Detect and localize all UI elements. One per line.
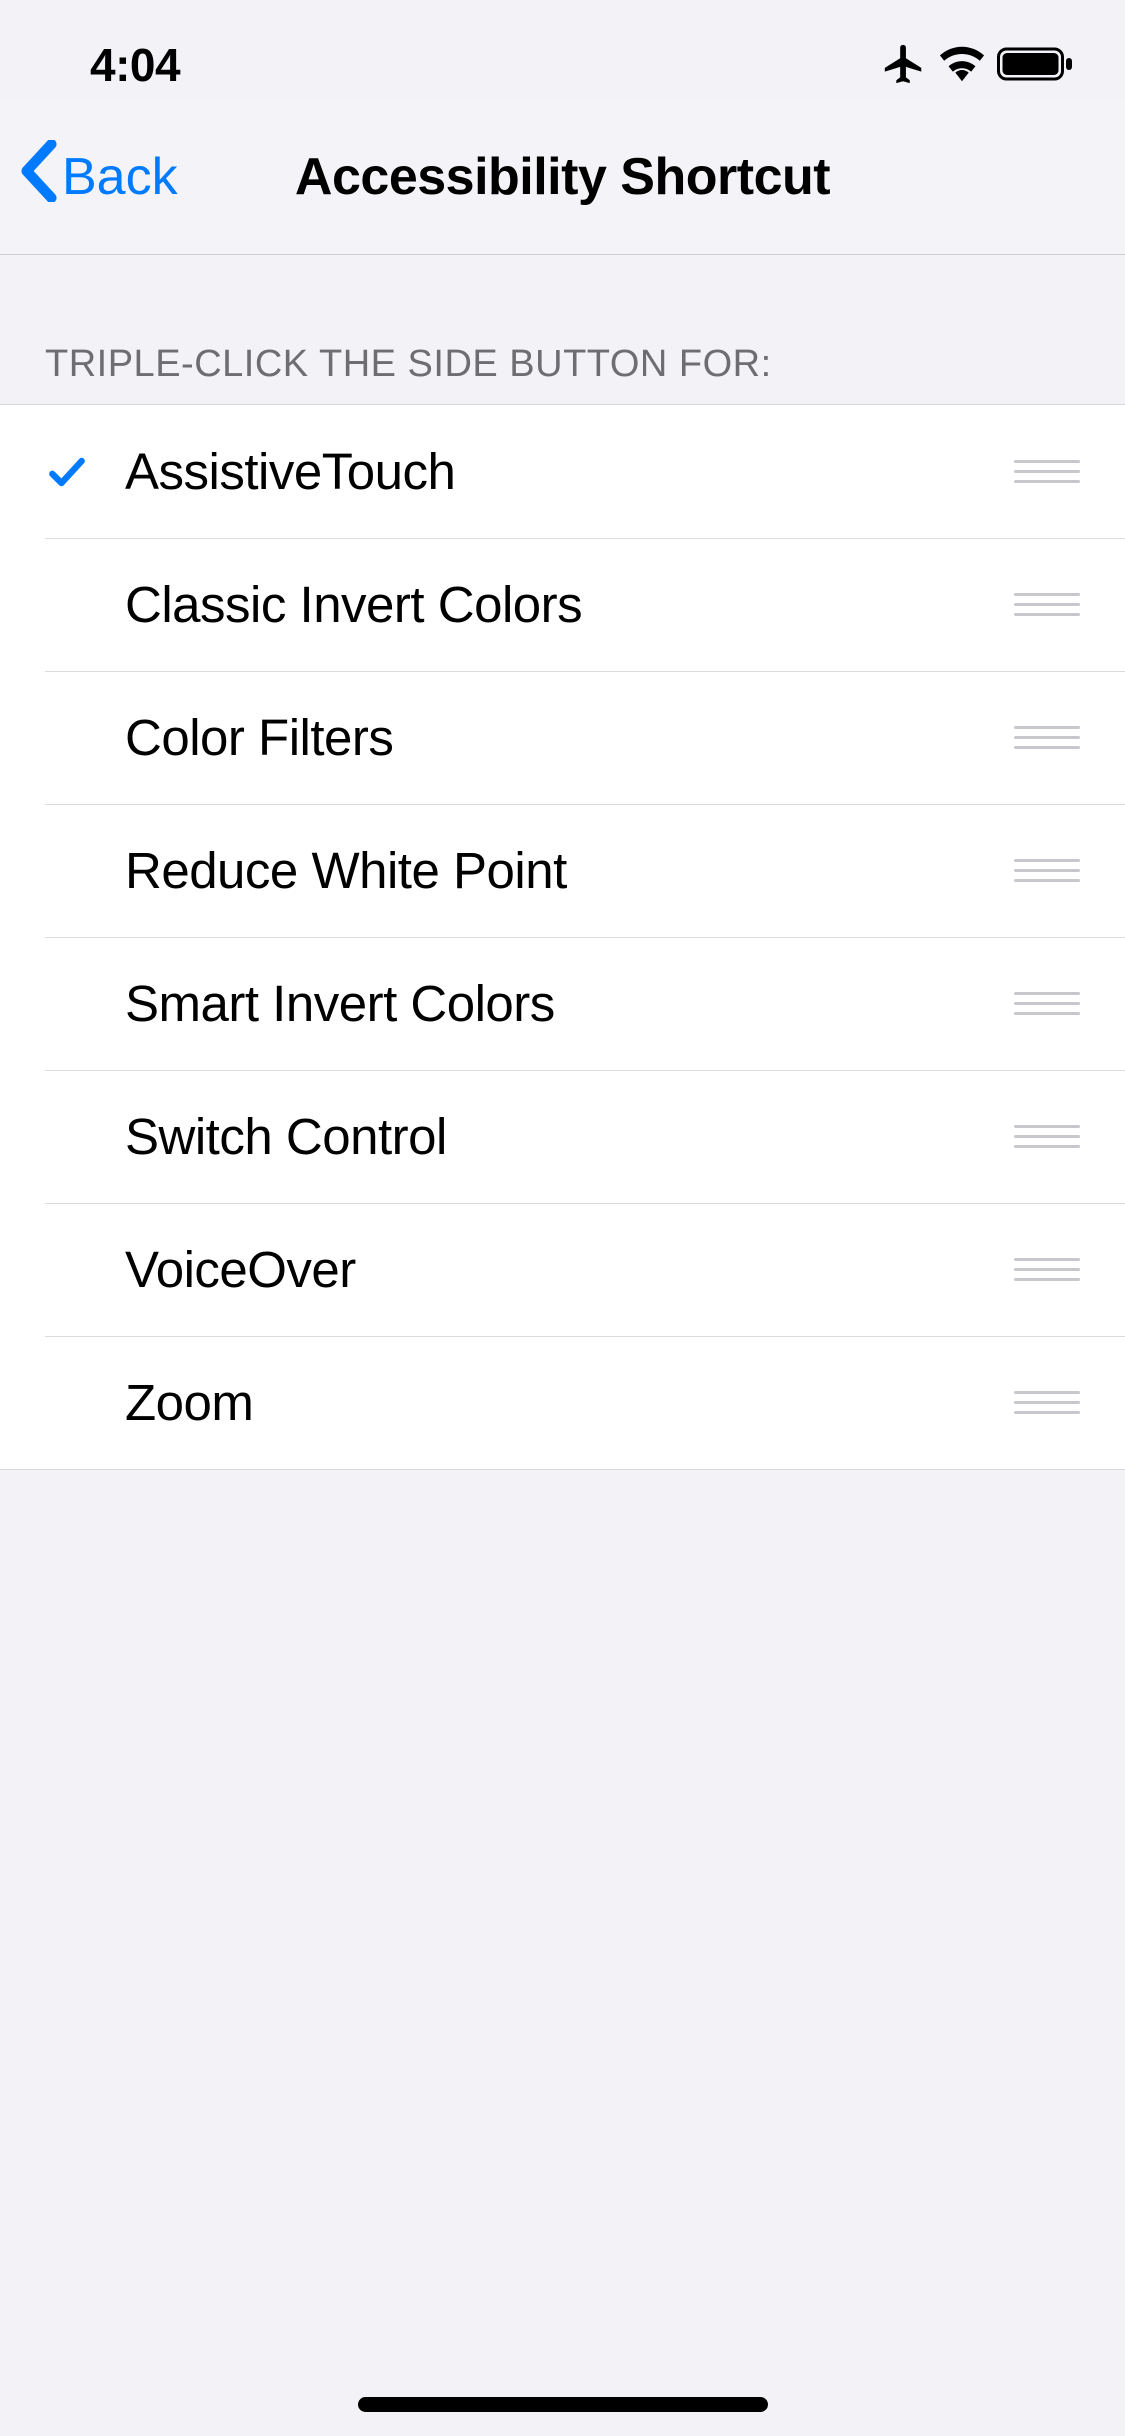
section-header: TRIPLE-CLICK THE SIDE BUTTON FOR:	[0, 255, 1125, 404]
shortcut-list: AssistiveTouch Classic Invert Colors Color…	[0, 404, 1125, 1470]
list-item-label: Color Filters	[125, 708, 1014, 767]
reorder-handle-icon[interactable]	[1014, 460, 1080, 483]
home-indicator	[358, 2397, 768, 2412]
list-item-label: AssistiveTouch	[125, 442, 1014, 501]
reorder-handle-icon[interactable]	[1014, 593, 1080, 616]
status-indicators	[881, 41, 1075, 92]
reorder-handle-icon[interactable]	[1014, 1258, 1080, 1281]
wifi-icon	[939, 46, 985, 87]
list-item-label: Reduce White Point	[125, 841, 1014, 900]
list-item[interactable]: VoiceOver	[0, 1203, 1125, 1336]
nav-bar: Back Accessibility Shortcut	[0, 100, 1125, 255]
battery-icon	[997, 46, 1075, 87]
reorder-handle-icon[interactable]	[1014, 1125, 1080, 1148]
list-item-label: Zoom	[125, 1373, 1014, 1432]
list-item[interactable]: Color Filters	[0, 671, 1125, 804]
list-item[interactable]: Zoom	[0, 1336, 1125, 1469]
back-label: Back	[62, 147, 178, 207]
list-item-label: Switch Control	[125, 1107, 1014, 1166]
list-item[interactable]: Switch Control	[0, 1070, 1125, 1203]
list-item-label: Classic Invert Colors	[125, 575, 1014, 634]
list-item[interactable]: Reduce White Point	[0, 804, 1125, 937]
list-item-label: VoiceOver	[125, 1240, 1014, 1299]
status-bar: 4:04	[0, 0, 1125, 100]
list-item[interactable]: Classic Invert Colors	[0, 538, 1125, 671]
back-button[interactable]: Back	[18, 140, 178, 215]
airplane-mode-icon	[881, 41, 927, 92]
list-item-label: Smart Invert Colors	[125, 974, 1014, 1033]
reorder-handle-icon[interactable]	[1014, 992, 1080, 1015]
list-item[interactable]: Smart Invert Colors	[0, 937, 1125, 1070]
reorder-handle-icon[interactable]	[1014, 1391, 1080, 1414]
reorder-handle-icon[interactable]	[1014, 726, 1080, 749]
status-time: 4:04	[90, 38, 180, 92]
page-title: Accessibility Shortcut	[295, 147, 830, 207]
reorder-handle-icon[interactable]	[1014, 859, 1080, 882]
chevron-left-icon	[18, 140, 62, 215]
list-item[interactable]: AssistiveTouch	[0, 405, 1125, 538]
checkmark-icon	[45, 450, 125, 494]
